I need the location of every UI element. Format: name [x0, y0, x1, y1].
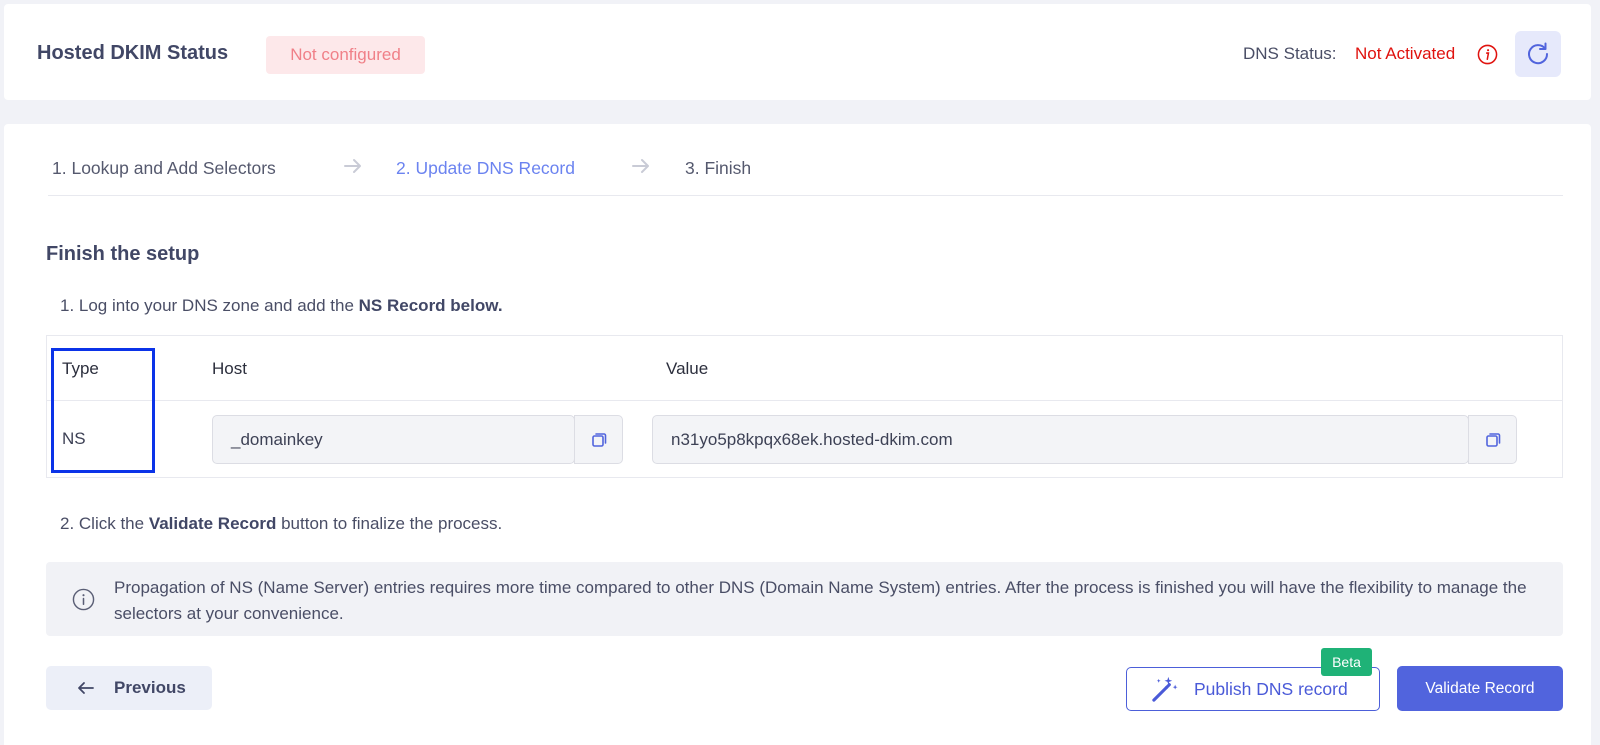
propagation-info-box: Propagation of NS (Name Server) entries … — [46, 562, 1563, 636]
magic-wand-icon — [1152, 676, 1178, 702]
beta-badge: Beta — [1321, 648, 1372, 676]
setup-card: 1. Lookup and Add Selectors 2. Update DN… — [4, 124, 1591, 745]
refresh-button[interactable] — [1515, 31, 1561, 77]
copy-icon — [591, 432, 606, 447]
step-update-dns[interactable]: 2. Update DNS Record — [396, 158, 575, 179]
page-title: Hosted DKIM Status — [37, 42, 229, 64]
host-field[interactable]: _domainkey — [212, 415, 575, 464]
info-icon — [72, 588, 95, 611]
arrow-left-icon — [78, 682, 94, 694]
previous-button[interactable]: Previous — [46, 666, 212, 710]
record-value: n31yo5p8kpqx68ek.hosted-dkim.com — [671, 430, 953, 449]
value-field[interactable]: n31yo5p8kpqx68ek.hosted-dkim.com — [652, 415, 1469, 464]
column-header-host: Host — [212, 359, 247, 378]
dns-status-label: DNS Status: — [1243, 44, 1337, 63]
column-header-value: Value — [666, 359, 709, 378]
section-title: Finish the setup — [46, 243, 200, 265]
divider — [48, 195, 1563, 196]
type-highlight-box — [51, 348, 155, 473]
instruction-step-2: 2. Click the Validate Record button to f… — [60, 514, 503, 533]
dns-record-table: Type Host Value NS _domainkey n31yo5p8kp… — [46, 335, 1563, 478]
status-badge: Not configured — [266, 36, 425, 74]
chevron-right-icon — [344, 159, 361, 173]
copy-value-button[interactable] — [1468, 415, 1517, 464]
chevron-right-icon — [632, 159, 649, 173]
info-text: Propagation of NS (Name Server) entries … — [114, 578, 1527, 623]
step-lookup-selectors[interactable]: 1. Lookup and Add Selectors — [52, 158, 276, 179]
host-value: _domainkey — [231, 430, 323, 449]
dkim-status-header: Hosted DKIM Status Not configured DNS St… — [4, 4, 1591, 100]
validate-record-button[interactable]: Validate Record — [1397, 666, 1563, 711]
step-finish[interactable]: 3. Finish — [685, 158, 751, 179]
divider — [47, 400, 1562, 401]
refresh-icon — [1528, 42, 1549, 65]
dns-status-value: Not Activated — [1355, 44, 1456, 63]
instruction-step-1: 1. Log into your DNS zone and add the NS… — [60, 296, 503, 315]
copy-icon — [1485, 432, 1500, 447]
info-icon[interactable] — [1477, 44, 1498, 65]
previous-label: Previous — [114, 678, 186, 697]
publish-dns-record-label: Publish DNS record — [1194, 679, 1348, 699]
copy-host-button[interactable] — [574, 415, 623, 464]
